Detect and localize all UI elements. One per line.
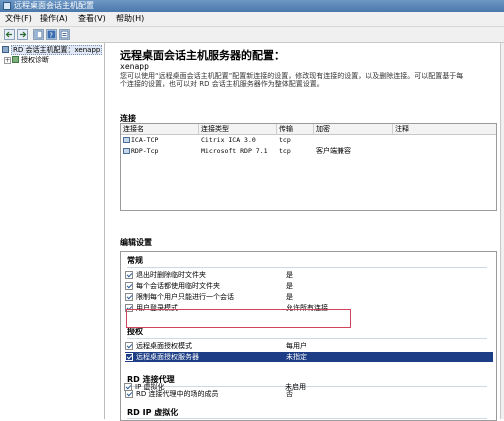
edit-settings-label: 编辑设置 (120, 238, 152, 247)
setting-value: 未指定 (286, 353, 307, 361)
setting-value: 是 (286, 293, 293, 301)
title-bar: 远程桌面会话主机配置 (0, 0, 504, 12)
menu-file[interactable]: 文件(F) (5, 12, 32, 26)
group-divider (127, 338, 487, 339)
group-divider (127, 267, 487, 268)
window-right-edge (500, 43, 504, 419)
menu-bar: 文件(F) 操作(A) 查看(V) 帮助(H) (0, 12, 504, 27)
group-general-title: 常规 (127, 256, 143, 265)
highlight-box (126, 309, 351, 328)
menu-action[interactable]: 操作(A) (40, 12, 68, 26)
server-icon (2, 46, 9, 53)
setting-row-selected[interactable]: 远程桌面授权服务器 未指定 (125, 352, 493, 362)
setting-name: 远程桌面授权模式 (136, 342, 192, 350)
connections-table: 连接名 连接类型 传输 加密 注释 ICA-TCP Citrix ICA 3.0… (120, 123, 497, 211)
setting-name: 每个会话都使用临时文件夹 (136, 282, 220, 290)
expand-icon[interactable]: + (4, 57, 11, 64)
connection-icon (123, 148, 130, 154)
description: 您可以使用“远程桌面会话主机配置”配置新连接的设置，修改现有连接的设置，以及删除… (120, 72, 504, 89)
connection-name: RDP-Tcp (123, 146, 158, 156)
tree-root-node[interactable]: RD 会话主机配置：xenapp (2, 45, 103, 55)
setting-row[interactable]: 退出时删除临时文件夹 是 (125, 270, 493, 280)
setting-name: 限制每个用户只能进行一个会话 (136, 293, 234, 301)
menu-view[interactable]: 查看(V) (78, 12, 106, 26)
tree-child-node[interactable]: + 授权诊断 (4, 55, 49, 65)
window-title: 远程桌面会话主机配置 (14, 1, 94, 10)
setting-icon (125, 271, 133, 279)
setting-value: 每用户 (286, 342, 307, 350)
setting-row[interactable]: 每个会话都使用临时文件夹 是 (125, 281, 493, 291)
group-ipvirt-title: RD IP 虚拟化 (127, 408, 179, 417)
column-header-type[interactable]: 连接类型 (199, 124, 277, 134)
setting-name: 退出时删除临时文件夹 (136, 271, 206, 279)
back-arrow-icon[interactable] (4, 29, 15, 40)
setting-icon (124, 383, 132, 391)
server-name: xenapp (120, 62, 149, 71)
table-row[interactable]: RDP-Tcp Microsoft RDP 7.1 tcp 客户端兼容 (121, 146, 496, 156)
column-header-transport[interactable]: 传输 (277, 124, 314, 134)
console-tree: RD 会话主机配置：xenapp + 授权诊断 (0, 43, 105, 419)
connection-type: Microsoft RDP 7.1 (201, 147, 268, 155)
app-icon (3, 2, 11, 10)
svg-text:?: ? (49, 32, 53, 40)
setting-row[interactable]: 远程桌面授权模式 每用户 (125, 341, 493, 351)
setting-icon (125, 293, 133, 301)
column-header-name[interactable]: 连接名 (121, 124, 199, 134)
column-header-comment[interactable]: 注释 (393, 124, 496, 134)
menu-help[interactable]: 帮助(H) (116, 12, 144, 26)
console-tree-icon[interactable] (33, 29, 44, 40)
forward-arrow-icon[interactable] (17, 29, 28, 40)
setting-row[interactable]: IP 虚拟化 未启用 (124, 382, 492, 392)
connection-name: ICA-TCP (123, 135, 158, 145)
edit-settings-panel: 常规 退出时删除临时文件夹 是 每个会话都使用临时文件夹 是 限制每个用户只能进… (120, 251, 497, 421)
tree-root-label: RD 会话主机配置：xenapp (11, 45, 103, 55)
table-header: 连接名 连接类型 传输 加密 注释 (121, 124, 496, 135)
description-line-2: 个连接的设置，也可以对 RD 会话主机服务器作为整体配置设置。 (120, 80, 324, 88)
table-row[interactable]: ICA-TCP Citrix ICA 3.0 tcp (121, 135, 496, 145)
toolbar: ? (0, 27, 504, 43)
setting-value: 未启用 (285, 383, 306, 391)
properties-icon[interactable] (59, 29, 70, 40)
setting-icon (125, 282, 133, 290)
tree-child-label: 授权诊断 (21, 56, 49, 64)
setting-row[interactable]: 限制每个用户只能进行一个会话 是 (125, 292, 493, 302)
help-icon[interactable]: ? (46, 29, 57, 40)
page-title: 远程桌面会话主机服务器的配置： (120, 49, 285, 62)
column-header-encryption[interactable]: 加密 (314, 124, 393, 134)
connection-transport: tcp (279, 147, 291, 155)
setting-value: 是 (286, 282, 293, 290)
connection-transport: tcp (279, 136, 291, 144)
setting-name: IP 虚拟化 (135, 383, 165, 391)
setting-value: 是 (286, 271, 293, 279)
setting-name: 远程桌面授权服务器 (136, 353, 199, 361)
main-panel: 远程桌面会话主机服务器的配置： xenapp 您可以使用“远程桌面会话主机配置”… (105, 43, 500, 421)
setting-icon (125, 353, 133, 361)
connection-type: Citrix ICA 3.0 (201, 136, 256, 144)
connection-encryption: 客户端兼容 (316, 147, 351, 155)
description-line-1: 您可以使用“远程桌面会话主机配置”配置新连接的设置，修改现有连接的设置，以及删除… (120, 72, 464, 80)
diagnostics-icon (12, 56, 19, 63)
setting-icon (125, 342, 133, 350)
connection-icon (123, 137, 130, 143)
